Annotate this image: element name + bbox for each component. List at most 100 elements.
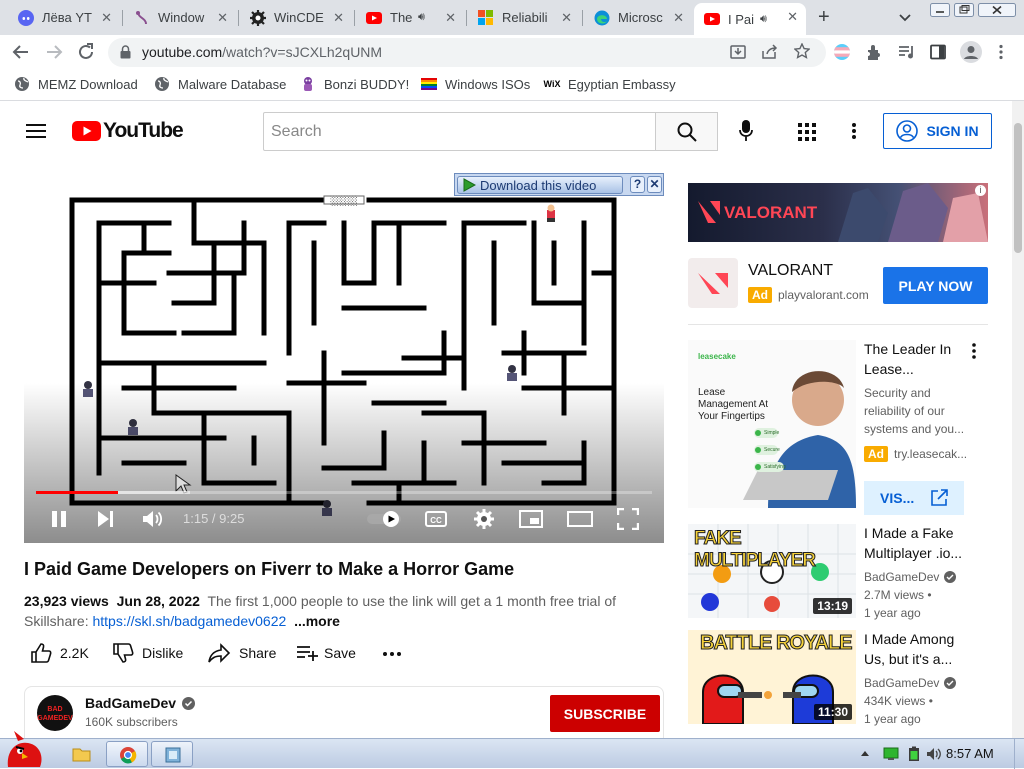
next-button[interactable] (96, 510, 114, 528)
tab-search-icon[interactable] (897, 9, 913, 25)
bookmark-bonzi-buddy[interactable]: Bonzi BUDDY! (300, 76, 409, 92)
ad-title[interactable]: VALORANT (748, 262, 833, 280)
more-actions-icon[interactable] (383, 651, 401, 657)
related-thumbnail[interactable]: BATTLE ROYALE 11:30 (688, 630, 856, 724)
lock-icon[interactable] (120, 45, 131, 59)
close-icon[interactable]: ✕ (101, 10, 112, 26)
app-taskbar-button[interactable] (151, 741, 193, 767)
related-title[interactable]: I Made Among Us, but it's a... (864, 629, 974, 669)
close-icon[interactable]: ✕ (445, 10, 456, 26)
volume-button[interactable] (142, 509, 164, 529)
sign-in-button[interactable]: SIGN IN (883, 113, 992, 149)
star-icon[interactable] (794, 43, 810, 59)
close-icon[interactable]: ✕ (333, 10, 344, 26)
valorant-banner-ad[interactable]: VALORANT i (688, 183, 988, 242)
apps-grid-icon[interactable] (798, 123, 816, 141)
profile-flag-icon[interactable] (834, 44, 850, 60)
lease-ad-title[interactable]: The Leader In Lease... (864, 339, 964, 379)
reload-button[interactable] (77, 43, 95, 61)
play-now-button[interactable]: PLAY NOW (883, 267, 988, 304)
video-player[interactable]: ░░░░░ 1:15 / 9:25 CC (24, 183, 664, 543)
media-control-icon[interactable] (898, 44, 916, 60)
hamburger-menu-icon[interactable] (26, 123, 46, 139)
related-title[interactable]: I Made a Fake Multiplayer .io... (864, 523, 974, 563)
extensions-icon[interactable] (866, 44, 882, 60)
lease-ad-thumbnail[interactable]: leasecake Lease Management At Your Finge… (688, 340, 856, 508)
channel-avatar[interactable]: BAD GAMEDEV (37, 695, 73, 731)
close-icon[interactable]: ✕ (787, 9, 798, 25)
close-icon[interactable]: ✕ (217, 10, 228, 26)
pause-button[interactable] (50, 510, 68, 528)
new-tab-button[interactable]: + (818, 5, 836, 29)
close-window-button[interactable] (978, 3, 1016, 17)
ad-info-icon[interactable]: i (975, 185, 986, 196)
related-channel-row[interactable]: BadGameDev (864, 568, 957, 586)
address-bar[interactable]: youtube.com/watch?v=sJCXLh2qUNM (108, 38, 826, 67)
chrome-taskbar-button[interactable] (106, 741, 148, 767)
channel-name[interactable]: BadGameDev (85, 695, 176, 711)
fullscreen-button[interactable] (617, 508, 639, 530)
menu-kebab-icon[interactable] (998, 44, 1004, 60)
visit-site-button[interactable]: VIS... (864, 481, 964, 515)
show-hidden-icons-icon[interactable] (860, 749, 870, 757)
related-channel[interactable]: BadGameDev (864, 568, 939, 586)
start-button[interactable] (4, 729, 46, 769)
valorant-logo[interactable] (688, 258, 738, 308)
bookmark-memz[interactable]: MEMZ Download (14, 76, 138, 92)
tab-1[interactable]: Лёва YT ✕ (8, 4, 120, 31)
explorer-taskbar-button[interactable] (66, 742, 96, 766)
related-channel[interactable]: BadGameDev (864, 674, 939, 692)
help-button[interactable]: ? (630, 176, 645, 193)
subscribe-button[interactable]: SUBSCRIBE (550, 695, 660, 732)
ad-menu-kebab-icon[interactable] (971, 343, 977, 359)
tab-4[interactable]: The 🔊︎ ✕ (356, 4, 464, 31)
back-button[interactable] (12, 43, 30, 61)
microphone-icon[interactable] (739, 120, 753, 142)
maximize-button[interactable] (954, 3, 974, 17)
bookmark-windows-isos[interactable]: Windows ISOs (421, 76, 530, 92)
volume-tray-icon[interactable] (926, 747, 942, 761)
url-text[interactable]: youtube.com/watch?v=sJCXLh2qUNM (142, 44, 382, 60)
tab-6[interactable]: Microsc ✕ (584, 4, 692, 31)
tab-2[interactable]: Window ✕ (124, 4, 236, 31)
download-video-button[interactable]: Download this video (457, 176, 623, 194)
bookmark-egyptian-embassy[interactable]: WiX Egyptian Embassy (544, 76, 676, 92)
bookmark-malware-database[interactable]: Malware Database (154, 76, 286, 92)
tab-5[interactable]: Reliabili ✕ (468, 4, 580, 31)
page-scrollbar[interactable] (1012, 101, 1024, 738)
search-input[interactable] (263, 112, 656, 151)
save-button[interactable]: Save (296, 642, 356, 664)
youtube-logo[interactable]: YouTube (72, 119, 184, 143)
autoplay-toggle[interactable] (367, 511, 403, 527)
theater-mode-button[interactable] (567, 510, 593, 528)
miniplayer-button[interactable] (519, 510, 543, 528)
channel-name-row[interactable]: BadGameDev (85, 695, 196, 711)
taskbar-clock[interactable]: 8:57 AM (946, 746, 994, 761)
more-link[interactable]: ...more (294, 613, 340, 629)
tab-3[interactable]: WinCDE ✕ (240, 4, 352, 31)
forward-button[interactable] (45, 43, 63, 61)
scrollbar-thumb[interactable] (1014, 123, 1022, 253)
search-button[interactable] (655, 112, 718, 151)
subtitles-button[interactable]: CC (425, 510, 447, 528)
show-desktop-button[interactable] (1014, 739, 1024, 769)
settings-kebab-icon[interactable] (851, 122, 857, 140)
related-thumbnail[interactable]: FAKE MULTIPLAYER 13:19 (688, 524, 856, 618)
close-icon[interactable]: ✕ (561, 10, 572, 26)
close-icon[interactable]: ✕ (673, 10, 684, 26)
progress-bar[interactable] (36, 491, 652, 494)
tab-7-active[interactable]: I Pai 🔊︎ ✕ (694, 3, 806, 35)
dislike-button[interactable]: Dislike (112, 642, 183, 664)
related-channel-row[interactable]: BadGameDev (864, 674, 957, 692)
sidepanel-icon[interactable] (930, 44, 946, 60)
like-button[interactable]: 2.2K (30, 642, 89, 664)
profile-avatar-icon[interactable] (960, 41, 982, 63)
settings-button[interactable] (473, 508, 495, 530)
share-icon[interactable] (762, 44, 778, 60)
description-link[interactable]: https://skl.sh/badgamedev0622 (92, 613, 286, 629)
close-helper-button[interactable]: ✕ (647, 176, 662, 193)
install-icon[interactable] (730, 44, 746, 60)
video-description[interactable]: 23,923 views Jun 28, 2022 The first 1,00… (24, 591, 654, 631)
share-button[interactable]: Share (207, 642, 276, 664)
minimize-button[interactable] (930, 3, 950, 17)
